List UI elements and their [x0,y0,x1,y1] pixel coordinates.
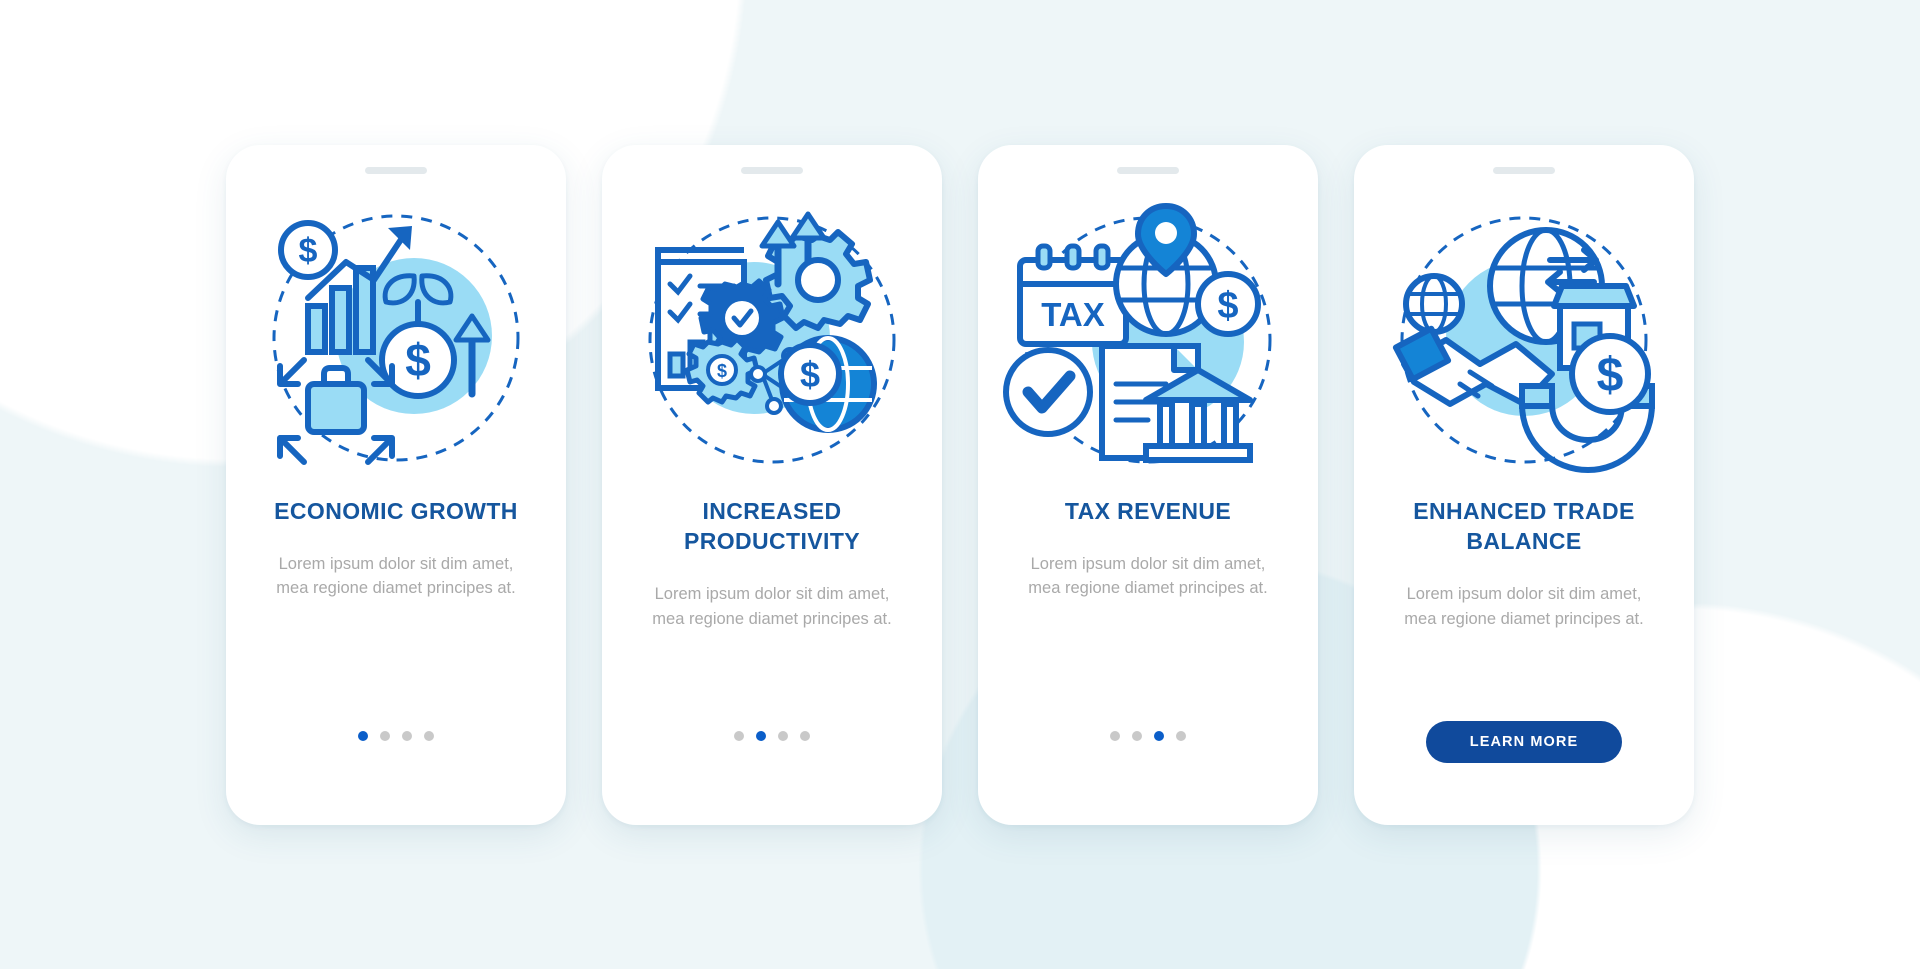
pagination-dot-2[interactable] [756,730,766,741]
pagination-dot-2[interactable] [380,730,390,741]
pagination-dot-1[interactable] [1110,730,1120,741]
phone-speaker [365,166,427,174]
phone-speaker [1117,166,1179,174]
increased-productivity-icon: $ $ [622,188,922,488]
phone-speaker [741,166,803,174]
onboarding-screens-row: $ $ ECONOMIC GROWTH Lorem ipsum dolor si… [0,0,1920,969]
screen-description: Lorem ipsum dolor sit dim amet, mea regi… [276,554,516,598]
pagination-dot-1[interactable] [734,730,744,741]
screen-description: Lorem ipsum dolor sit dim amet, mea regi… [1028,554,1268,598]
phone-screen-enhanced-trade-balance: $ ENHANCED TRADE BALANCE Lorem ipsum dol… [1354,144,1694,825]
enhanced-trade-balance-icon: $ [1374,188,1674,488]
pagination-dots[interactable] [978,730,1318,741]
svg-text:$: $ [405,334,431,386]
screen-title: TAX REVENUE [1064,497,1232,524]
pagination-dots[interactable] [602,730,942,741]
screen-description: Lorem ipsum dolor sit dim amet, mea regi… [652,585,892,628]
screen-description: Lorem ipsum dolor sit dim amet, mea regi… [1404,585,1644,628]
pagination-dot-4[interactable] [424,730,434,741]
screen-title: ENHANCED TRADE BALANCE [1413,497,1635,554]
svg-text:$: $ [1217,285,1238,327]
phone-screen-tax-revenue: TAX $ TAX REVENUE Lorem ipsum dolor sit … [978,144,1318,825]
phone-screen-increased-productivity: $ $ INCREASED PRODUCTIVITY Lorem ipsum d… [602,144,942,825]
learn-more-button[interactable]: LEARN MORE [1426,720,1622,763]
svg-text:$: $ [800,354,820,395]
phone-speaker [1493,166,1555,174]
phone-screen-economic-growth: $ $ ECONOMIC GROWTH Lorem ipsum dolor si… [226,144,566,825]
svg-text:TAX: TAX [1041,296,1105,333]
tax-revenue-icon: TAX $ [998,188,1298,488]
pagination-dots[interactable] [226,730,566,741]
pagination-dot-3[interactable] [402,730,412,741]
screen-title: INCREASED PRODUCTIVITY [683,497,861,554]
pagination-dot-3[interactable] [778,730,788,741]
economic-growth-icon: $ $ [246,188,546,488]
pagination-dot-3[interactable] [1154,730,1164,741]
screen-title: ECONOMIC GROWTH [274,497,518,524]
svg-text:$: $ [717,361,727,381]
svg-text:$: $ [299,232,318,270]
pagination-dot-1[interactable] [358,730,368,741]
pagination-dot-4[interactable] [1176,730,1186,741]
svg-text:$: $ [1597,349,1624,402]
pagination-dot-4[interactable] [800,730,810,741]
pagination-dot-2[interactable] [1132,730,1142,741]
